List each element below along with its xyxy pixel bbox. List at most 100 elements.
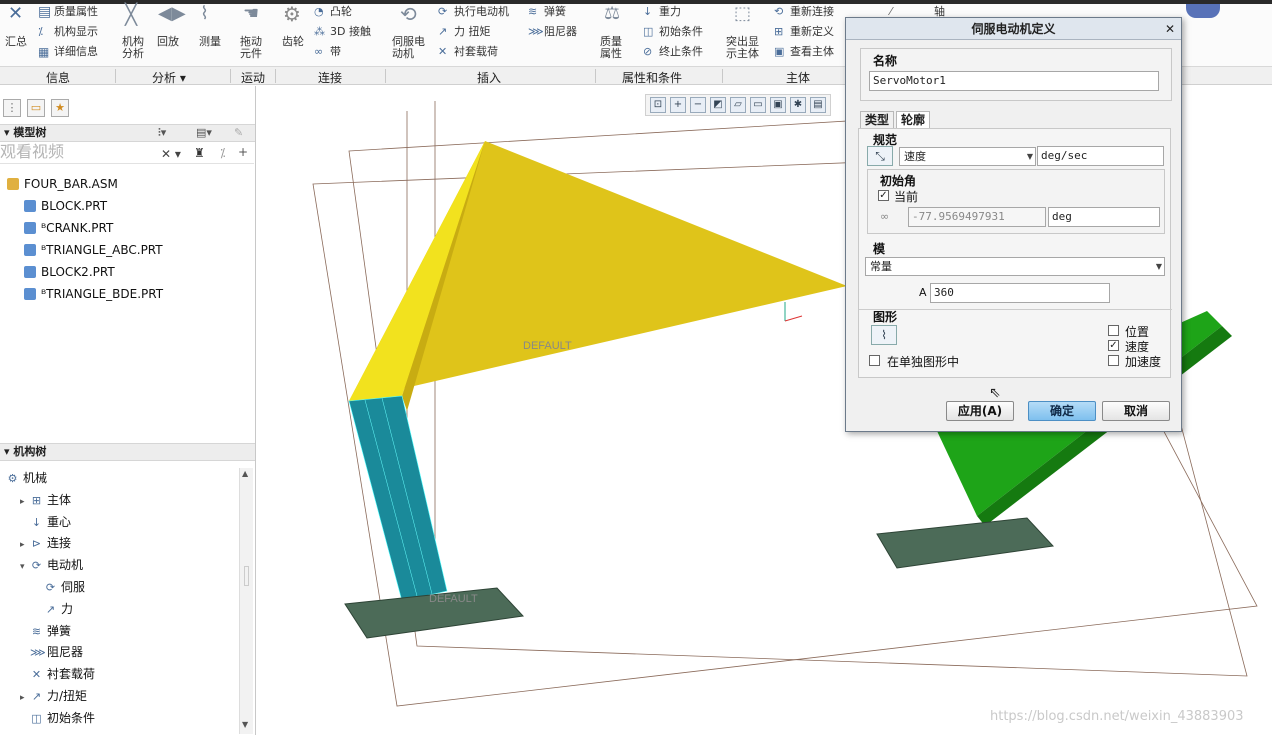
playback-button[interactable]: 回放 xyxy=(157,36,179,48)
model-tree-item[interactable]: ᴮTRIANGLE_ABC.PRT xyxy=(24,243,163,257)
measure-button[interactable]: 测量 xyxy=(199,36,221,48)
tree-columns-icon[interactable]: ▤▾ xyxy=(196,125,212,141)
name-input[interactable]: ServoMotor1 xyxy=(869,71,1159,91)
scroll-up-icon[interactable]: ▲ xyxy=(242,469,248,478)
tab-type[interactable]: 类型 xyxy=(860,111,895,129)
gravity-button[interactable]: 重力 xyxy=(659,6,681,18)
model-tree-item[interactable]: BLOCK.PRT xyxy=(24,199,107,213)
mechanism-tree-item-label: 机械 xyxy=(23,471,48,485)
mass-properties-button[interactable]: 质量属性 xyxy=(54,6,98,18)
refit-icon[interactable]: ⊡ xyxy=(650,97,666,113)
mechanism-tree-item[interactable]: ↗ 力 xyxy=(34,602,73,617)
group-analysis-label[interactable]: 分析 ▾ xyxy=(152,69,186,86)
block2-part[interactable] xyxy=(876,517,1055,569)
summary-button[interactable]: 汇总 xyxy=(5,36,27,48)
tree-filter-icon[interactable]: ✎ xyxy=(234,125,243,141)
mechanism-tree-item-label: 主体 xyxy=(47,492,72,507)
execute-motor-button[interactable]: 执行电动机 xyxy=(454,6,509,18)
scroll-thumb[interactable] xyxy=(244,566,249,586)
belt-button[interactable]: 带 xyxy=(330,46,341,58)
close-icon[interactable]: ✕ xyxy=(1165,18,1175,40)
initial-condition-button[interactable]: 初始条件 xyxy=(659,26,703,38)
velocity-spec-icon[interactable]: ⤡ xyxy=(867,146,893,166)
detail-info-button[interactable]: 详细信息 xyxy=(54,46,98,58)
filter-icon[interactable]: ⁒ xyxy=(220,146,225,160)
model-select[interactable]: 常量 ▼ xyxy=(865,257,1165,276)
zoom-in-icon[interactable]: + xyxy=(670,97,686,113)
contact-3d-button[interactable]: 3D 接触 xyxy=(330,26,371,38)
termination-condition-button[interactable]: 终止条件 xyxy=(659,46,703,58)
spec-select[interactable]: 速度 ▼ xyxy=(899,147,1036,166)
mechanism-tree-item[interactable]: ◫ 初始条件 xyxy=(20,711,95,726)
mechanism-display-button[interactable]: 机构显示 xyxy=(54,26,98,38)
mechanism-tree-item[interactable]: ▾ ⟳ 电动机 xyxy=(20,558,83,574)
mechanism-tree-item[interactable]: ⋙阻尼器 xyxy=(20,645,83,660)
mechanism-tree-item[interactable]: ↓ 重心 xyxy=(20,515,71,530)
mechanism-tree-item[interactable]: ⚙ 机械 xyxy=(6,471,47,486)
cam-button[interactable]: 凸轮 xyxy=(330,6,352,18)
expand-arrow-icon[interactable]: ▸ xyxy=(20,691,30,705)
folder-tab-icon[interactable]: ▭ xyxy=(27,99,45,117)
separate-graph-checkbox[interactable] xyxy=(869,355,880,366)
graph-icon[interactable]: ⌇ xyxy=(871,325,897,345)
servo-motor-button[interactable]: 伺服电 动机 xyxy=(392,36,425,60)
mech-tree-arrow-icon[interactable]: ▾ xyxy=(4,445,13,458)
model-tree-item[interactable]: ᴮTRIANGLE_BDE.PRT xyxy=(24,287,163,301)
gear-button[interactable]: 齿轮 xyxy=(282,36,304,48)
cancel-button[interactable]: 取消 xyxy=(1102,401,1170,421)
zoom-out-icon[interactable]: − xyxy=(690,97,706,113)
velocity-checkbox[interactable]: ✓ xyxy=(1108,340,1119,351)
display-style-icon[interactable]: ▣ xyxy=(770,97,786,113)
mechanism-tree-item[interactable]: ▸ ⊞ 主体 xyxy=(20,493,71,509)
dialog-title-bar[interactable]: 伺服电动机定义 ✕ xyxy=(846,18,1181,40)
reconnect-button[interactable]: 重新连接 xyxy=(790,6,834,18)
clear-icon[interactable]: ✕ ▾ xyxy=(161,147,181,161)
datum-display-icon[interactable]: ✱ xyxy=(790,97,806,113)
binoculars-icon[interactable]: ♜ xyxy=(194,146,205,160)
ok-button[interactable]: 确定 xyxy=(1028,401,1096,421)
acceleration-checkbox[interactable] xyxy=(1108,355,1119,366)
a-value-input[interactable]: 360 xyxy=(930,283,1110,303)
model-tree-tab-icon[interactable]: ⋮ xyxy=(3,99,21,117)
apply-button[interactable]: 应用(A) xyxy=(946,401,1014,421)
redefine-button[interactable]: 重新定义 xyxy=(790,26,834,38)
mechanism-tree-item[interactable]: ≋ 弹簧 xyxy=(20,624,71,639)
model-tree-item[interactable]: BLOCK2.PRT xyxy=(24,265,115,279)
tree-settings-icon[interactable]: ⫶▾ xyxy=(158,125,166,141)
damper-button[interactable]: 阻尼器 xyxy=(544,26,577,38)
favorites-tab-icon[interactable]: ★ xyxy=(51,99,69,117)
mechanism-tree-item[interactable]: ▸ ⊳ 连接 xyxy=(20,536,71,552)
mechanism-tree-item[interactable]: ▸ ↗ 力/扭矩 xyxy=(20,689,87,705)
tab-profile[interactable]: 轮廓 xyxy=(896,111,931,129)
view-body-button[interactable]: 查看主体 xyxy=(790,46,834,58)
mechanism-analysis-button[interactable]: 机构 分析 xyxy=(122,36,144,60)
scroll-down-icon[interactable]: ▼ xyxy=(242,720,248,729)
position-checkbox[interactable] xyxy=(1108,325,1119,336)
expand-arrow-icon[interactable]: ▾ xyxy=(20,560,30,574)
group-separator xyxy=(275,69,276,83)
bushing-load-button[interactable]: 衬套载荷 xyxy=(454,46,498,58)
current-checkbox[interactable]: ✓ xyxy=(878,190,889,201)
mass-properties2-button[interactable]: 质量 属性 xyxy=(600,36,622,60)
expand-arrow-icon[interactable]: ▸ xyxy=(20,538,30,552)
mechanism-tree-item[interactable]: ✕ 衬套载荷 xyxy=(20,667,95,682)
drag-components-button[interactable]: 拖动 元件 xyxy=(240,36,262,60)
expand-arrow-icon[interactable]: ▸ xyxy=(20,495,30,509)
highlight-body-button[interactable]: 突出显 示主体 xyxy=(726,36,759,60)
mechanism-tree-item[interactable]: ⟳ 伺服 xyxy=(34,580,85,595)
saved-views-icon[interactable]: ▭ xyxy=(750,97,766,113)
mechanism-tree-item-label: 初始条件 xyxy=(47,710,96,725)
initial-angle-label: 初始角 xyxy=(880,174,917,188)
annotation-display-icon[interactable]: ▤ xyxy=(810,97,826,113)
model-tree-item[interactable]: FOUR_BAR.ASM xyxy=(7,177,118,191)
repaint-icon[interactable]: ◩ xyxy=(710,97,726,113)
reorient-icon[interactable]: ▱ xyxy=(730,97,746,113)
summary-icon[interactable]: ✕ xyxy=(8,5,23,23)
group-separator xyxy=(722,69,723,83)
mech-tree-scrollbar[interactable]: ▲ ▼ xyxy=(239,468,253,734)
mechanism-tree-item-label: 伺服 xyxy=(61,580,86,594)
spring-button[interactable]: 弹簧 xyxy=(544,6,566,18)
add-icon[interactable]: + xyxy=(238,145,248,159)
force-torque-button[interactable]: 力 扭矩 xyxy=(454,26,491,38)
model-tree-item[interactable]: ᴮCRANK.PRT xyxy=(24,221,113,235)
